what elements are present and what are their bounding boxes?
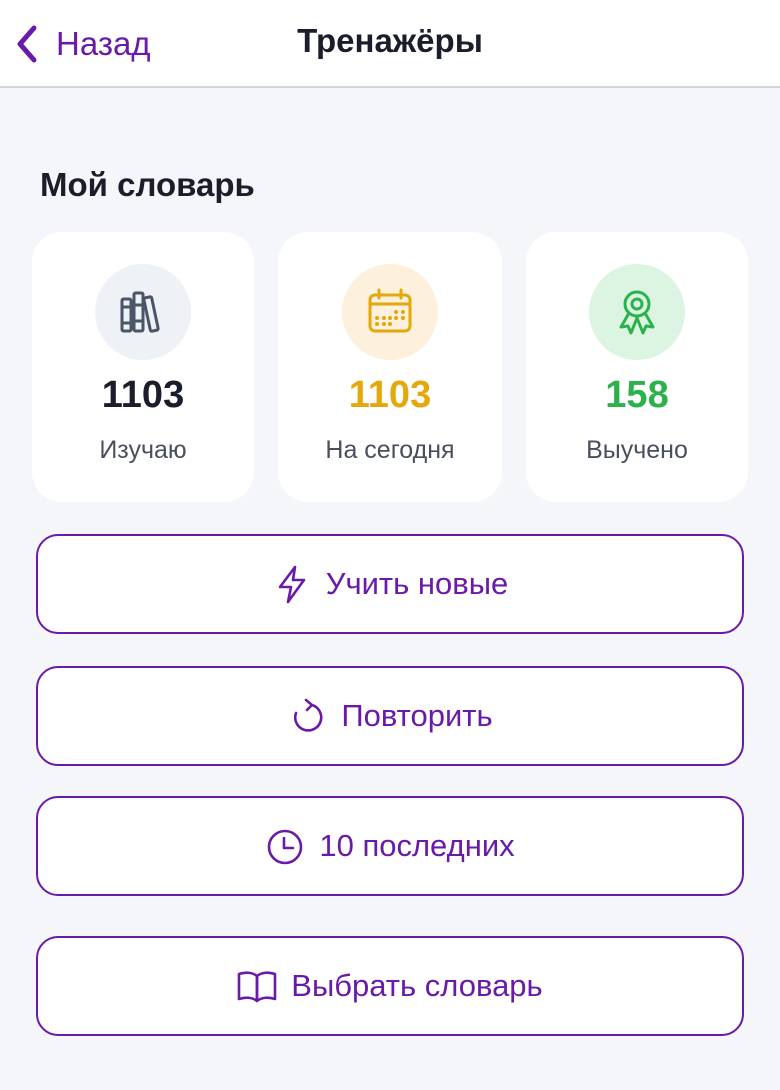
last-ten-button[interactable]: 10 последних [36,796,744,896]
stat-card-today[interactable]: 1103 На сегодня [278,232,502,502]
last-ten-label: 10 последних [319,828,515,863]
book-open-icon [237,966,277,1006]
repeat-label: Повторить [341,698,493,733]
stat-label: Выучено [586,436,688,464]
stat-value: 1103 [348,374,432,416]
learn-new-button[interactable]: Учить новые [36,534,744,634]
page-title: Тренажёры [297,22,483,59]
award-icon [589,264,685,360]
books-icon [95,264,191,360]
stat-label: Изучаю [99,436,187,464]
section-title: Мой словарь [40,166,255,203]
top-bar: Назад Тренажёры [0,0,780,88]
stat-card-learned[interactable]: 158 Выучено [526,232,748,502]
repeat-button[interactable]: Повторить [36,666,744,766]
calendar-icon [342,264,438,360]
choose-dictionary-label: Выбрать словарь [291,968,543,1003]
stat-value: 1103 [101,374,185,416]
clock-icon [265,826,305,866]
learn-new-label: Учить новые [325,566,509,601]
lightning-icon [272,564,312,604]
stat-card-learning[interactable]: 1103 Изучаю [32,232,254,502]
refresh-icon [287,696,327,736]
stat-value: 158 [605,374,669,416]
choose-dictionary-button[interactable]: Выбрать словарь [36,936,744,1036]
stat-label: На сегодня [325,436,455,464]
